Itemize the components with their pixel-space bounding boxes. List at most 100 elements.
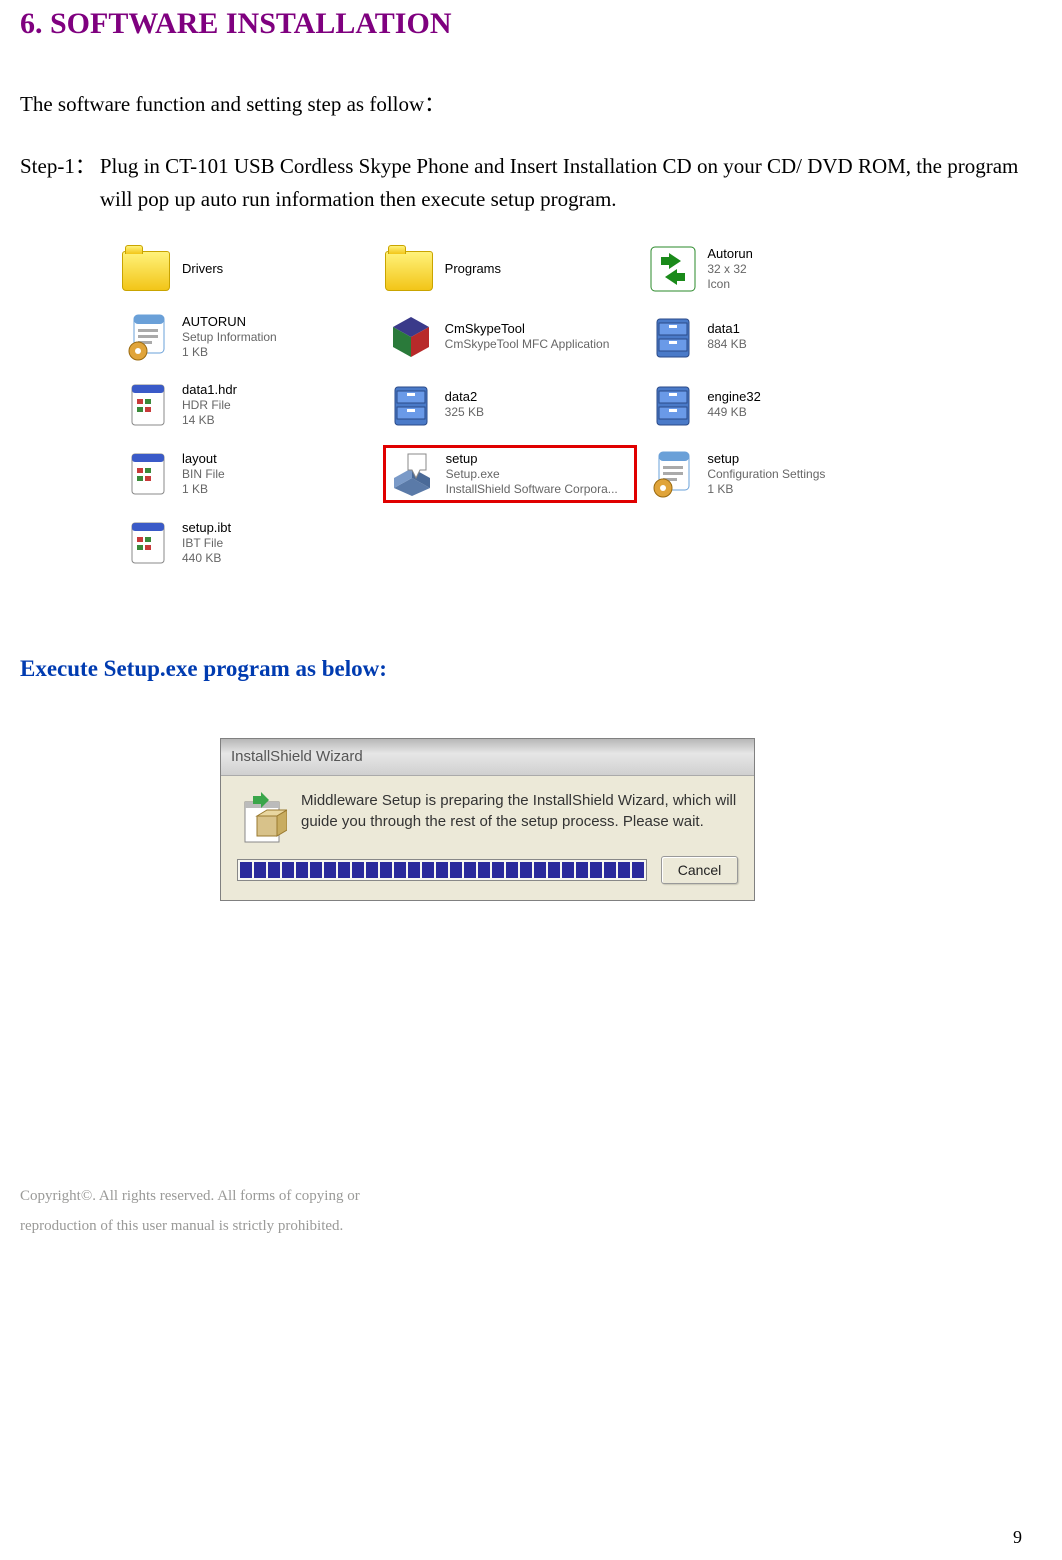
progress-segment	[450, 862, 462, 878]
progress-segment	[422, 862, 434, 878]
file-desc: BIN File	[182, 467, 225, 482]
file-desc: 1 KB	[182, 345, 277, 360]
file-desc: InstallShield Software Corpora...	[446, 482, 618, 497]
file-name: data1.hdr	[182, 382, 237, 398]
progress-segment	[366, 862, 378, 878]
file-item[interactable]: CmSkypeToolCmSkypeTool MFC Application	[383, 309, 638, 365]
file-item[interactable]: Drivers	[120, 241, 375, 297]
heading-software-installation: 6. SOFTWARE INSTALLATION	[20, 0, 1042, 48]
folder-icon	[385, 251, 433, 291]
progress-segment	[492, 862, 504, 878]
progress-segment	[296, 862, 308, 878]
progress-segment	[282, 862, 294, 878]
file-item[interactable]: Autorun32 x 32Icon	[645, 241, 900, 297]
file-desc: 440 KB	[182, 551, 231, 566]
folder-icon	[122, 251, 170, 291]
file-desc: 1 KB	[707, 482, 825, 497]
file-desc: CmSkypeTool MFC Application	[445, 337, 610, 352]
file-name: CmSkypeTool	[445, 321, 610, 337]
file-item[interactable]: setupSetup.exeInstallShield Software Cor…	[383, 445, 638, 503]
file-name: setup	[446, 451, 618, 467]
wizard-progress-bar	[237, 859, 647, 881]
file-name: AUTORUN	[182, 314, 277, 330]
footer-line-2: reproduction of this user manual is stri…	[20, 1211, 1042, 1241]
progress-segment	[380, 862, 392, 878]
file-desc: 32 x 32	[707, 262, 753, 277]
progress-segment	[240, 862, 252, 878]
file-name: Drivers	[182, 261, 223, 277]
progress-segment	[576, 862, 588, 878]
installer-package-icon	[237, 790, 287, 846]
progress-segment	[478, 862, 490, 878]
progress-segment	[352, 862, 364, 878]
file-desc: HDR File	[182, 398, 237, 413]
file-item[interactable]: setup.ibtIBT File440 KB	[120, 515, 375, 571]
generic-file-icon	[122, 517, 174, 576]
generic-file-icon	[122, 448, 174, 507]
cancel-button[interactable]: Cancel	[661, 856, 738, 884]
progress-segment	[506, 862, 518, 878]
file-desc: Setup Information	[182, 330, 277, 345]
page-number: 9	[1013, 1523, 1022, 1552]
progress-segment	[310, 862, 322, 878]
file-name: setup	[707, 451, 825, 467]
file-name: Programs	[445, 261, 501, 277]
autorun-arrow-icon	[647, 243, 699, 302]
file-name: setup.ibt	[182, 520, 231, 536]
footer-line-1: Copyright©. All rights reserved. All for…	[20, 1181, 1042, 1211]
setup-exe-icon	[386, 448, 438, 507]
cabinet-file-icon	[385, 379, 437, 438]
progress-segment	[534, 862, 546, 878]
progress-segment	[548, 862, 560, 878]
subheading-execute-setup: Execute Setup.exe program as below:	[20, 651, 1042, 688]
progress-segment	[268, 862, 280, 878]
file-name: Autorun	[707, 246, 753, 262]
mfc-app-icon	[385, 311, 437, 370]
file-name: data2	[445, 389, 484, 405]
file-item[interactable]: Programs	[383, 241, 638, 297]
file-desc: 14 KB	[182, 413, 237, 428]
config-file-icon	[122, 311, 174, 370]
progress-segment	[632, 862, 644, 878]
file-item[interactable]: layoutBIN File1 KB	[120, 445, 375, 503]
wizard-title: InstallShield Wizard	[221, 739, 754, 776]
wizard-body-text: Middleware Setup is preparing the Instal…	[301, 790, 738, 832]
progress-segment	[436, 862, 448, 878]
step-1: Step-1： Plug in CT-101 USB Cordless Skyp…	[20, 150, 1042, 217]
progress-segment	[254, 862, 266, 878]
progress-segment	[408, 862, 420, 878]
progress-segment	[324, 862, 336, 878]
file-listing: Drivers Programs Autorun32 x 32Icon AUTORUN…	[120, 241, 900, 571]
progress-segment	[520, 862, 532, 878]
file-desc: 449 KB	[707, 405, 761, 420]
progress-segment	[604, 862, 616, 878]
file-item[interactable]: AUTORUNSetup Information1 KB	[120, 309, 375, 365]
file-item[interactable]: engine32449 KB	[645, 377, 900, 433]
file-desc: Setup.exe	[446, 467, 618, 482]
progress-segment	[464, 862, 476, 878]
file-desc: Icon	[707, 277, 753, 292]
file-name: engine32	[707, 389, 761, 405]
file-item[interactable]: data2325 KB	[383, 377, 638, 433]
progress-segment	[338, 862, 350, 878]
copyright-footer: Copyright©. All rights reserved. All for…	[20, 1181, 1042, 1241]
config-file-icon	[647, 448, 699, 507]
file-desc: 1 KB	[182, 482, 225, 497]
progress-segment	[590, 862, 602, 878]
progress-segment	[394, 862, 406, 878]
file-desc: Configuration Settings	[707, 467, 825, 482]
cabinet-file-icon	[647, 379, 699, 438]
file-name: layout	[182, 451, 225, 467]
progress-segment	[562, 862, 574, 878]
file-item[interactable]: data1884 KB	[645, 309, 900, 365]
cabinet-file-icon	[647, 311, 699, 370]
file-desc: 325 KB	[445, 405, 484, 420]
intro-text: The software function and setting step a…	[20, 88, 1042, 122]
file-desc: 884 KB	[707, 337, 746, 352]
installshield-wizard-dialog: InstallShield Wizard Middleware Setup is…	[220, 738, 755, 901]
file-item[interactable]: setupConfiguration Settings1 KB	[645, 445, 900, 503]
file-item[interactable]: data1.hdrHDR File14 KB	[120, 377, 375, 433]
step-1-body: Plug in CT-101 USB Cordless Skype Phone …	[96, 150, 1042, 217]
file-name: data1	[707, 321, 746, 337]
step-1-label: Step-1：	[20, 150, 96, 217]
